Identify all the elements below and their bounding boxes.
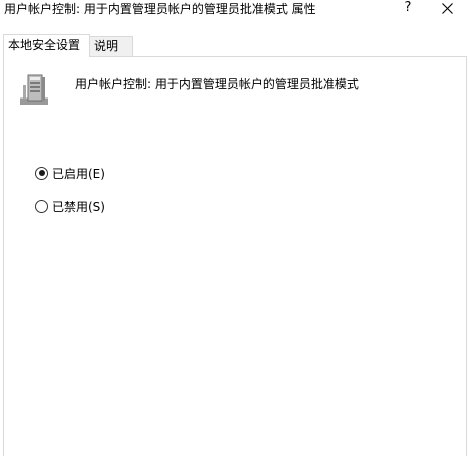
disabled-radio-button[interactable] [35,199,48,213]
disabled-radio-label[interactable]: 已禁用(S) [52,198,105,215]
policy-name: 用户帐户控制: 用于内置管理员帐户的管理员批准模式 [75,77,359,91]
title-bar: 用户帐户控制: 用于内置管理员帐户的管理员批准模式 属性 ? [0,0,470,30]
computer-tower-icon [20,74,48,105]
enabled-radio-label[interactable]: 已启用(E) [52,165,105,182]
window-title: 用户帐户控制: 用于内置管理员帐户的管理员批准模式 属性 [4,2,316,16]
tab-explain[interactable]: 说明 [89,36,133,57]
properties-dialog: 用户帐户控制: 用于内置管理员帐户的管理员批准模式 属性 ? 本地安全设置 说明… [0,0,470,456]
enabled-radio-option[interactable]: 已启用(E) [35,164,105,182]
close-button[interactable] [428,0,468,18]
close-icon [442,3,453,14]
help-button[interactable]: ? [394,0,422,18]
enabled-radio-button[interactable] [35,166,48,180]
disabled-radio-option[interactable]: 已禁用(S) [35,197,105,215]
tab-local-security-setting[interactable]: 本地安全设置 [3,34,90,57]
tab-panel: 用户帐户控制: 用于内置管理员帐户的管理员批准模式 [3,56,467,456]
